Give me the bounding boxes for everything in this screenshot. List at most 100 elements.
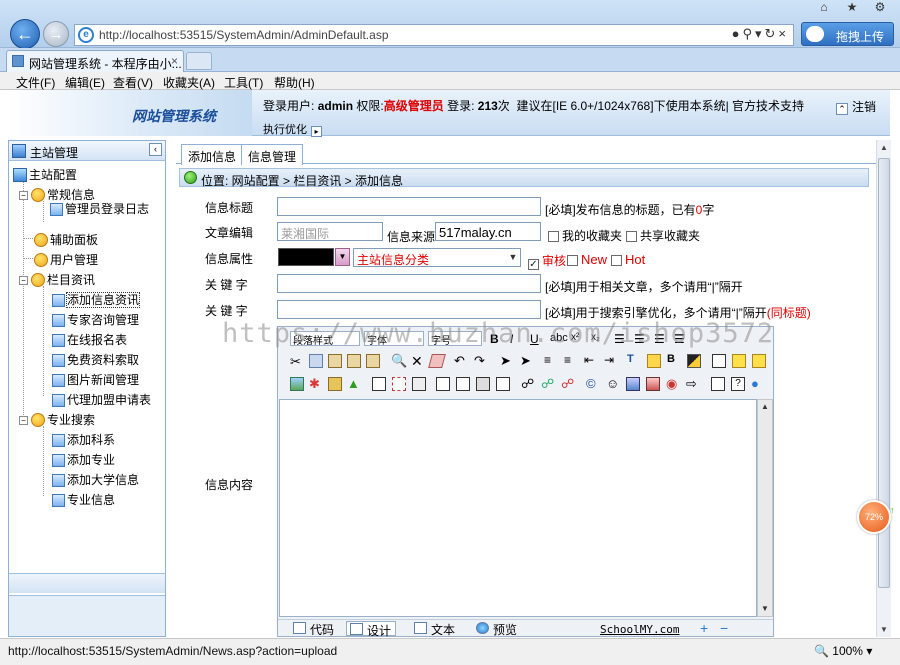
anchor-icon[interactable]: ☍ xyxy=(561,376,575,391)
export-icon[interactable]: ⇨ xyxy=(686,376,700,391)
eraser-icon[interactable] xyxy=(428,354,446,368)
keywords-input[interactable] xyxy=(277,274,541,293)
tree-item-add-news[interactable]: 添加信息资讯 xyxy=(52,291,141,308)
tree-item-major-info[interactable]: 专业信息 xyxy=(52,491,115,508)
collapse-toggle-icon[interactable]: − xyxy=(19,191,28,200)
color-picker-dropdown-icon[interactable]: ▼ xyxy=(335,248,350,266)
keywords2-input[interactable] xyxy=(277,300,541,319)
date-icon[interactable] xyxy=(626,377,640,391)
tab-manage-info[interactable]: 信息管理 xyxy=(241,144,304,165)
paste-text-icon[interactable] xyxy=(347,354,361,368)
tab-add-info[interactable]: 添加信息 xyxy=(181,144,244,165)
menu-tools[interactable]: 工具(T) xyxy=(224,74,263,91)
tree-item-free-material[interactable]: 免费资料索取 xyxy=(52,351,139,368)
chevron-down-icon[interactable]: ▼ xyxy=(506,249,520,266)
tree-item-photo-news[interactable]: 图片新闻管理 xyxy=(52,371,139,388)
help-icon[interactable]: ? xyxy=(731,377,745,391)
editor-content-area[interactable] xyxy=(279,399,757,617)
select-icon[interactable]: ➤ xyxy=(500,353,514,368)
highlight-icon[interactable] xyxy=(647,354,661,368)
tree-item-signup[interactable]: 在线报名表 xyxy=(52,331,127,348)
source-input[interactable]: 517malay.cn xyxy=(435,222,541,241)
format-brush-icon[interactable] xyxy=(687,354,701,368)
insert-row-icon[interactable] xyxy=(392,377,406,391)
address-tools-icon[interactable]: ●⚲▾↻× xyxy=(732,26,789,42)
collapse-toggle-icon[interactable]: − xyxy=(19,416,28,425)
forward-button[interactable]: → xyxy=(43,21,69,47)
unlink-icon[interactable]: ☍ xyxy=(541,376,555,391)
scroll-up-icon[interactable]: ▲ xyxy=(759,401,771,413)
note-icon[interactable] xyxy=(752,354,766,368)
flash-icon[interactable]: ✱ xyxy=(309,376,323,391)
speed-widget[interactable]: 72% xyxy=(857,500,891,534)
editor-brand-link[interactable]: SchoolMY.com xyxy=(600,623,679,636)
emoticon-icon[interactable]: ☺ xyxy=(606,376,620,391)
tree-group-assist[interactable]: 辅助面板 xyxy=(19,231,98,248)
optimize-link[interactable]: 执行优化 ▸ xyxy=(263,121,322,137)
tree-item-expert[interactable]: 专家咨询管理 xyxy=(52,311,139,328)
back-button[interactable]: ← xyxy=(10,19,40,49)
tree-root[interactable]: 主站配置 xyxy=(13,166,77,183)
tree-item-agent[interactable]: 代理加盟申请表 xyxy=(52,391,151,408)
close-tab-icon[interactable]: × xyxy=(171,54,178,68)
favorites-icon[interactable]: ★ xyxy=(838,0,866,14)
indent-icon[interactable]: ⇥ xyxy=(604,353,618,367)
tree-group-columns[interactable]: − 栏目资讯 xyxy=(19,271,95,288)
page-break-icon[interactable] xyxy=(436,377,450,391)
mode-preview[interactable]: 预览 xyxy=(473,621,521,637)
time-icon[interactable] xyxy=(646,377,660,391)
image-icon[interactable] xyxy=(290,377,304,391)
marquee-icon[interactable] xyxy=(496,377,510,391)
menu-favorites[interactable]: 收藏夹(A) xyxy=(163,74,215,91)
new-tab-button[interactable] xyxy=(186,52,212,70)
new-checkbox[interactable]: New xyxy=(567,252,607,267)
zoom-level[interactable]: 🔍 100% ▾ xyxy=(814,644,872,658)
zoom-out-icon[interactable]: − xyxy=(720,620,728,636)
ordered-list-icon[interactable]: ≡ xyxy=(544,353,558,367)
comment-icon[interactable] xyxy=(732,354,746,368)
bug-icon[interactable]: ◉ xyxy=(666,376,680,391)
upload-button[interactable]: 拖拽上传 xyxy=(801,22,894,46)
horizontal-rule-icon[interactable] xyxy=(476,377,490,391)
page-scrollbar[interactable]: ▲ ▼ xyxy=(876,140,891,637)
mode-design[interactable]: 设计 xyxy=(346,621,397,638)
outdent-icon[interactable]: ⇤ xyxy=(584,353,598,367)
scroll-down-icon[interactable]: ▼ xyxy=(759,603,771,615)
home-icon[interactable]: ⌂ xyxy=(810,0,838,14)
upload-icon[interactable]: ▲ xyxy=(347,376,361,391)
media-icon[interactable] xyxy=(328,377,342,391)
globe-icon[interactable]: ● xyxy=(751,376,765,391)
fav-mine-checkbox[interactable]: 我的收藏夹 xyxy=(548,227,622,244)
mode-code[interactable]: 代码 xyxy=(290,621,338,637)
fullscreen-icon[interactable] xyxy=(711,377,725,391)
undo-icon[interactable]: ↶ xyxy=(454,353,468,368)
pointer-icon[interactable]: ➤ xyxy=(520,353,534,368)
scroll-up-icon[interactable]: ▲ xyxy=(879,143,889,152)
tree-group-users[interactable]: 用户管理 xyxy=(19,251,98,268)
tree-item-add-major[interactable]: 添加专业 xyxy=(52,451,115,468)
menu-file[interactable]: 文件(F) xyxy=(16,74,55,91)
editor-scrollbar[interactable]: ▲ ▼ xyxy=(757,399,773,617)
table-icon[interactable] xyxy=(372,377,386,391)
hot-checkbox[interactable]: Hot xyxy=(611,252,645,267)
advice-link[interactable]: 建议在[IE 6.0+/1024x768]下使用本系统| 官方技术支持 xyxy=(516,99,804,113)
insert-col-icon[interactable] xyxy=(412,377,426,391)
address-bar[interactable]: e http://localhost:53515/SystemAdmin/Adm… xyxy=(74,24,794,46)
browser-tab[interactable]: 网站管理系统 - 本程序由小... × xyxy=(6,50,184,72)
fav-shared-checkbox[interactable]: 共享收藏夹 xyxy=(626,227,700,244)
zoom-in-icon[interactable]: + xyxy=(700,620,708,636)
tree-item-add-dept[interactable]: 添加科系 xyxy=(52,431,115,448)
menu-edit[interactable]: 编辑(E) xyxy=(65,74,105,91)
menu-view[interactable]: 查看(V) xyxy=(113,74,153,91)
unordered-list-icon[interactable]: ≡ xyxy=(564,353,578,367)
paste-icon[interactable] xyxy=(328,354,342,368)
text-color-icon[interactable]: T xyxy=(627,353,641,367)
link-icon[interactable]: ☍ xyxy=(521,376,535,391)
redo-icon[interactable]: ↷ xyxy=(474,353,488,368)
collapse-sidebar-icon[interactable]: ‹ xyxy=(149,143,162,156)
cut-icon[interactable]: ✂ xyxy=(290,354,304,369)
mode-text[interactable]: 文本 xyxy=(411,621,459,637)
delete-icon[interactable]: ✕ xyxy=(411,353,425,369)
tree-group-search[interactable]: − 专业搜索 xyxy=(19,411,95,428)
editor-input[interactable]: 莱湘国际 xyxy=(277,222,383,241)
